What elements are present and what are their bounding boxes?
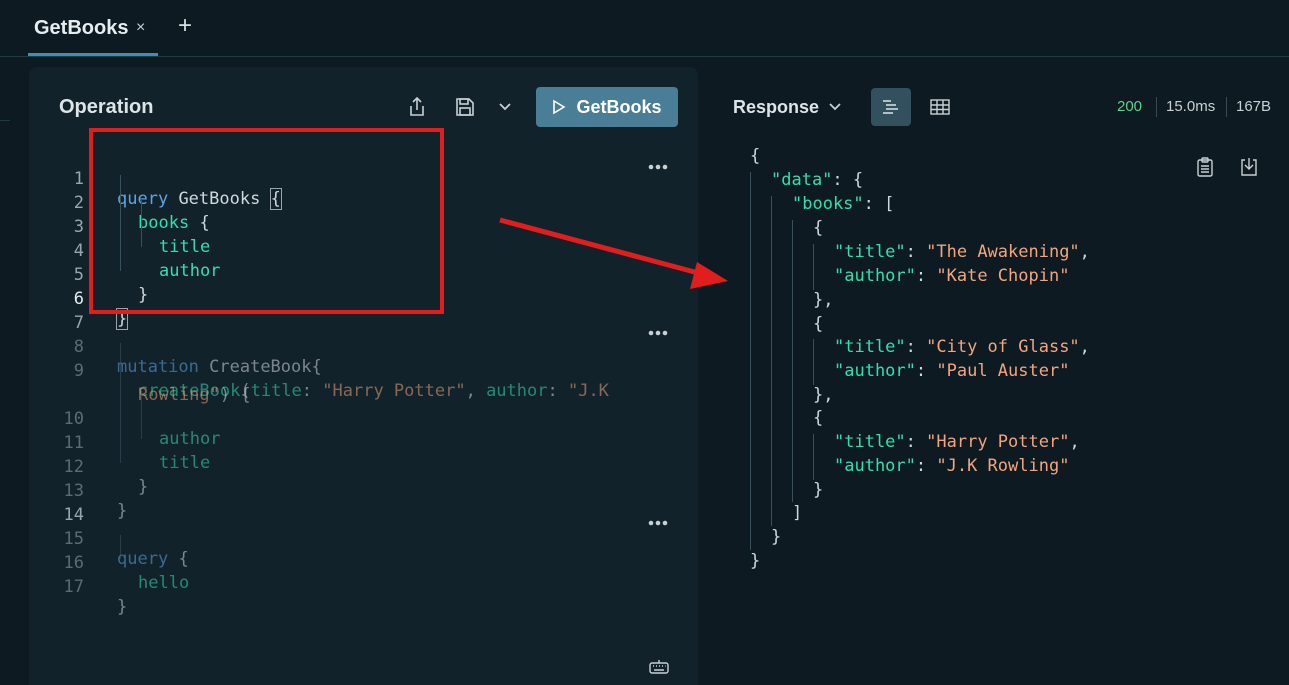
annotation-arrow <box>499 217 728 289</box>
indent-guide <box>813 339 814 385</box>
json-line: "author": "J.K Rowling" <box>834 456 1070 476</box>
table-view-icon[interactable] <box>929 96 951 118</box>
json-string: "J.K Rowling" <box>936 456 1070 476</box>
indent-guide <box>771 196 772 526</box>
json-string: "Kate Chopin" <box>936 266 1070 286</box>
json-line: "data": { <box>771 170 864 190</box>
json-string: "Paul Auster" <box>936 361 1070 381</box>
json-key: "title" <box>834 337 906 357</box>
json-line: "title": "City of Glass", <box>834 337 1090 357</box>
json-line: }, <box>813 290 834 310</box>
json-line: ] <box>792 503 803 523</box>
json-key: "title" <box>834 242 906 262</box>
response-time: 15.0ms <box>1166 98 1216 115</box>
json-line: { <box>813 408 824 428</box>
json-line: { <box>750 146 761 166</box>
divider <box>1156 97 1157 117</box>
json-key: "author" <box>834 361 916 381</box>
json-string: "City of Glass" <box>926 337 1080 357</box>
json-line: "title": "Harry Potter", <box>834 432 1080 452</box>
response-size: 167B <box>1236 98 1272 115</box>
json-line: } <box>813 480 824 500</box>
json-line: }, <box>813 385 834 405</box>
json-line: "author": "Kate Chopin" <box>834 266 1070 286</box>
download-icon[interactable] <box>1239 156 1259 178</box>
json-line: "title": "The Awakening", <box>834 242 1090 262</box>
json-line: { <box>813 218 824 238</box>
chevron-down-icon[interactable] <box>826 98 844 116</box>
status-code: 200 <box>1117 98 1143 115</box>
text-view-button[interactable] <box>871 88 911 126</box>
json-key: "author" <box>834 266 916 286</box>
json-string: "Harry Potter" <box>926 432 1070 452</box>
json-line: { <box>813 314 824 334</box>
response-title[interactable]: Response <box>733 97 819 118</box>
indent-guide <box>813 244 814 290</box>
indent-guide <box>750 172 751 550</box>
copy-icon[interactable] <box>1195 156 1215 178</box>
divider <box>1226 97 1227 117</box>
json-line: "books": [ <box>792 194 895 214</box>
json-key: "data" <box>771 170 833 190</box>
json-string: "The Awakening" <box>926 242 1080 262</box>
indent-guide <box>792 220 793 502</box>
json-line: } <box>750 551 761 571</box>
json-key: "title" <box>834 432 906 452</box>
json-key: "books" <box>792 194 864 214</box>
json-key: "author" <box>834 456 916 476</box>
json-line: "author": "Paul Auster" <box>834 361 1070 381</box>
json-line: } <box>771 527 782 547</box>
text-view-icon <box>883 100 898 114</box>
indent-guide <box>813 434 814 480</box>
